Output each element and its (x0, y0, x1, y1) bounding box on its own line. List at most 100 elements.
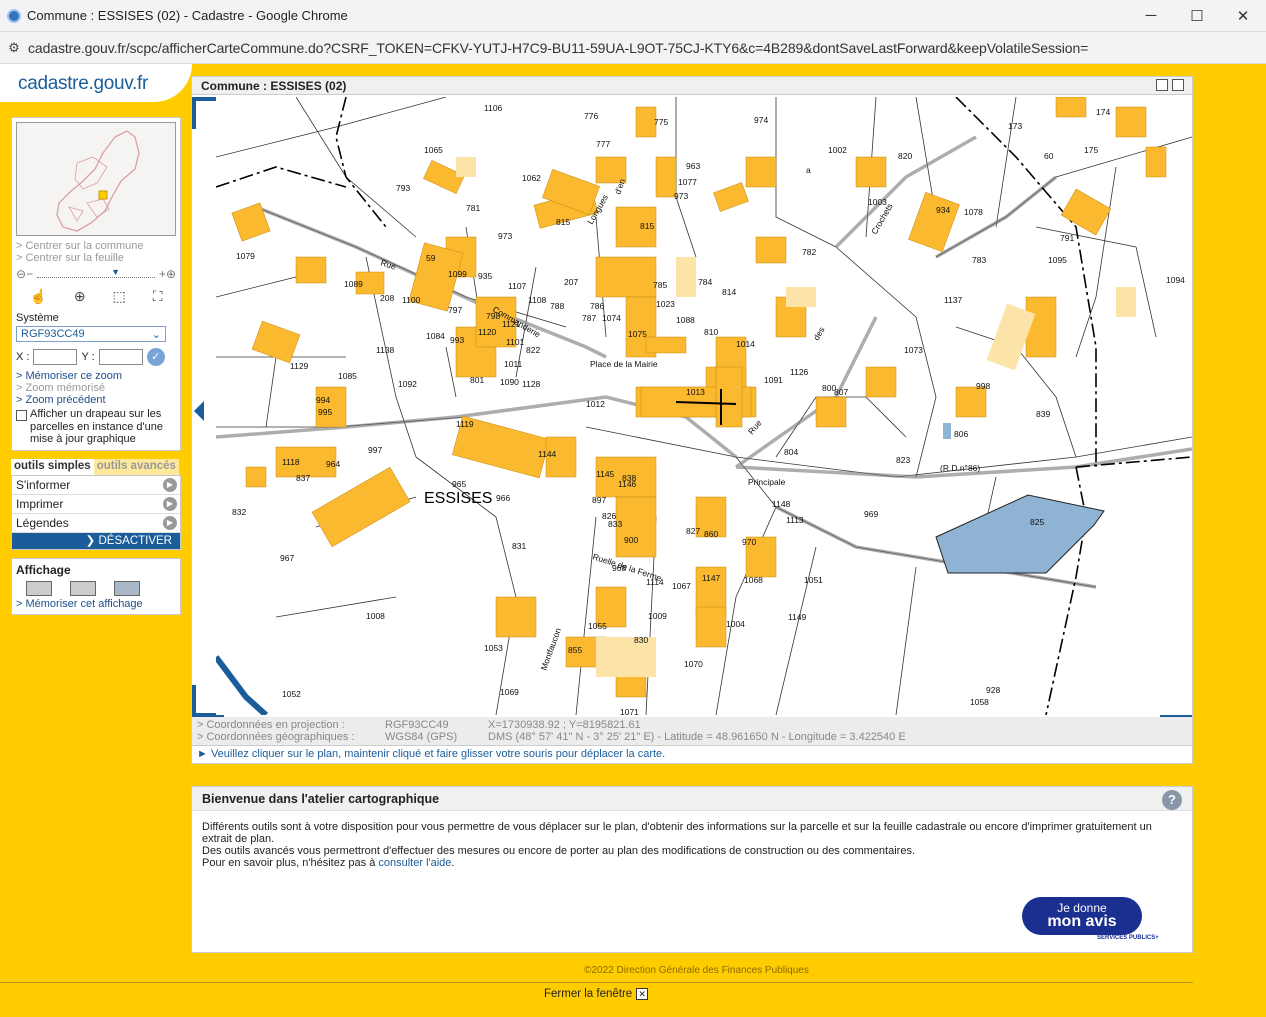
parcel-label: 1002 (828, 145, 847, 155)
flag-checkbox[interactable] (16, 410, 27, 421)
parcel-label: 838 (622, 473, 636, 483)
river (216, 655, 269, 715)
parcel-label: 833 (608, 519, 622, 529)
maximize-icon[interactable] (1172, 79, 1184, 91)
pan-west-icon[interactable] (194, 401, 204, 421)
go-check-icon[interactable]: ✓ (146, 348, 165, 366)
zoom-track[interactable]: ▼ (37, 267, 155, 278)
help-icon[interactable]: ? (1162, 790, 1182, 810)
maximize-button[interactable]: ☐ (1174, 0, 1220, 32)
minimize-button[interactable]: ─ (1128, 0, 1174, 32)
welcome-box: Bienvenue dans l'atelier cartographique … (191, 786, 1193, 953)
zoom-prev-link[interactable]: > Zoom précédent (12, 394, 180, 406)
y-input[interactable] (98, 349, 143, 365)
desactiver-button[interactable]: ❯ DÉSACTIVER (12, 532, 180, 549)
center-target-icon[interactable]: ⊕ (74, 288, 86, 305)
menu-label: Légendes (16, 515, 69, 530)
menu-item-legendes[interactable]: Légendes ▶ (12, 513, 180, 533)
address-bar[interactable]: ⚙ cadastre.gouv.fr/scpc/afficherCarteCom… (0, 32, 1266, 64)
affichage-title: Affichage (16, 562, 71, 577)
parcel-label: 995 (318, 407, 332, 417)
parcel-label: 60 (1044, 151, 1054, 161)
parcel-label: 837 (296, 473, 310, 483)
tab-simple-tools[interactable]: outils simples (11, 458, 94, 475)
close-x-icon[interactable]: ✕ (636, 988, 649, 1000)
zoom-box-icon[interactable]: ⬚ (113, 288, 126, 305)
url-text[interactable]: cadastre.gouv.fr/scpc/afficherCarteCommu… (28, 40, 1088, 56)
parcel-label: 1106 (484, 103, 503, 113)
parcel-label: 788 (550, 301, 564, 311)
pan-hand-icon[interactable]: ☝ (29, 288, 46, 305)
system-value: RGF93CC49 (21, 328, 85, 340)
welcome-p3-text: Pour en savoir plus, n'hésitez pas à (202, 857, 379, 869)
parcel-label: 1078 (964, 207, 983, 217)
system-select[interactable]: RGF93CC49 ⌄ (16, 326, 166, 342)
parcel-label: 974 (754, 115, 768, 125)
parcel-label: 1137 (944, 295, 963, 305)
map-svg[interactable]: 1106 776 775 974 174 1065 777 963 1002 820 173 175 6… (216, 97, 1192, 715)
welcome-p1: Différents outils sont à votre dispositi… (202, 821, 1152, 845)
street-label: Principale (748, 477, 786, 487)
tab-advanced-tools[interactable]: outils avancés (93, 458, 179, 475)
minimap-viewport[interactable] (98, 190, 108, 200)
restore-icon[interactable] (1156, 79, 1168, 91)
close-window-link[interactable]: Fermer la fenêtre ✕ (544, 988, 649, 1000)
display-mode-3[interactable] (114, 580, 140, 596)
parcel-label: 791 (1060, 233, 1074, 243)
parcel-label: 1120 (478, 327, 497, 337)
overview-minimap[interactable] (16, 122, 176, 236)
parcel-label: 781 (466, 203, 480, 213)
help-link[interactable]: consulter l'aide (378, 857, 451, 869)
parcel-label: 173 (1008, 121, 1022, 131)
zoom-in-icon[interactable]: ⊕ (166, 267, 176, 281)
parcel-label: 1069 (500, 687, 519, 697)
parcel-label: 810 (704, 327, 718, 337)
memo-affichage-link[interactable]: > Mémoriser cet affichage (16, 598, 176, 610)
display-mode-2[interactable] (70, 580, 96, 596)
site-info-icon[interactable]: ⚙ (0, 40, 28, 56)
zoom-thumb-icon[interactable]: ▼ (111, 267, 120, 277)
plus-icon[interactable]: + (159, 267, 166, 281)
cadastral-map[interactable]: 1106 776 775 974 174 1065 777 963 1002 820 173 175 6… (216, 97, 1192, 715)
parcel-label: 1071 (620, 707, 639, 715)
commune-label: ESSISES (424, 490, 492, 507)
desactiver-label: DÉSACTIVER (98, 534, 173, 547)
street-label: Montfaucon (538, 626, 563, 671)
close-window-label: Fermer la fenêtre (544, 988, 633, 1000)
feedback-button[interactable]: Je donne mon avis (1022, 897, 1142, 935)
menu-item-informer[interactable]: S'informer ▶ (12, 475, 180, 495)
parcel-label: 793 (396, 183, 410, 193)
zoom-memo-link[interactable]: > Zoom mémorisé (12, 382, 180, 394)
parcel-label: 855 (568, 645, 582, 655)
flag-option[interactable]: Afficher un drapeau sur les parcelles en… (12, 406, 180, 450)
parcel-label: 1052 (282, 689, 301, 699)
parcel-label: 1023 (656, 299, 675, 309)
parcel-label: 1011 (504, 359, 523, 369)
minus-icon[interactable]: − (26, 267, 33, 281)
parcel-label: 935 (478, 271, 492, 281)
menu-label: Imprimer (16, 496, 64, 511)
parcel-label: 997 (368, 445, 382, 455)
parcel-label: 1126 (790, 367, 809, 377)
parcel-label: 973 (674, 191, 688, 201)
full-extent-icon[interactable]: ⛶ (153, 288, 163, 305)
chevron-down-icon: ⌄ (151, 328, 161, 341)
display-mode-1[interactable] (26, 580, 52, 596)
zoom-slider[interactable]: ⊖ − ▼ + ⊕ (12, 264, 180, 284)
welcome-title: Bienvenue dans l'atelier cartographique (202, 792, 440, 806)
x-input[interactable] (33, 349, 78, 365)
coords-proj-val: X=1730938.92 ; Y=8195821.61 (488, 719, 641, 731)
parcel-label: 1099 (448, 269, 467, 279)
center-feuille-link[interactable]: > Centrer sur la feuille (12, 252, 180, 264)
zoom-out-icon[interactable]: ⊖ (16, 267, 26, 281)
parcel-label: 1090 (500, 377, 519, 387)
welcome-text: Différents outils sont à votre dispositi… (192, 811, 1192, 879)
site-logo[interactable]: cadastre.gouv.fr (18, 73, 148, 95)
welcome-header: Bienvenue dans l'atelier cartographique … (192, 787, 1192, 811)
close-window-button[interactable]: ✕ (1220, 0, 1266, 32)
parcel-label: 1149 (788, 612, 807, 622)
parcel-label: 175 (1084, 145, 1098, 155)
center-commune-link[interactable]: > Centrer sur la commune (12, 240, 180, 252)
memo-zoom-link[interactable]: > Mémoriser ce zoom (12, 370, 180, 382)
menu-item-imprimer[interactable]: Imprimer ▶ (12, 494, 180, 514)
